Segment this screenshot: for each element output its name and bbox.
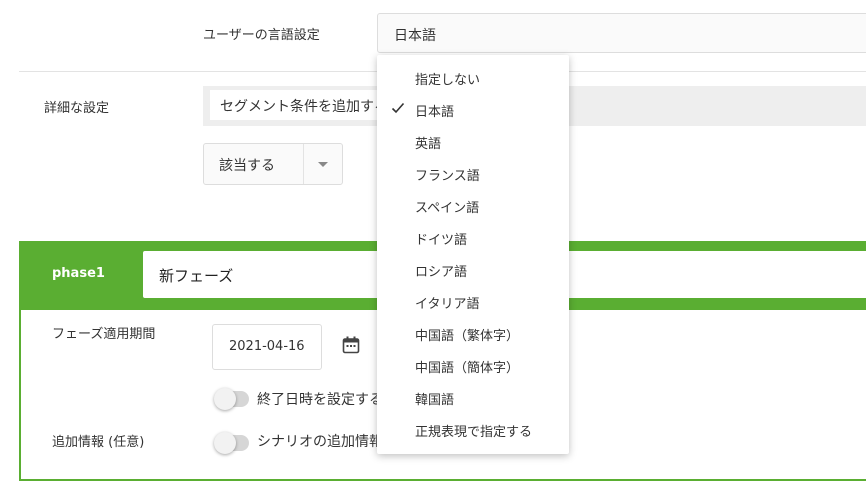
language-dropdown-menu: 指定しない 日本語 英語 フランス語 スペイン語 ドイツ語 ロシア語 イタリア語… bbox=[377, 55, 569, 454]
end-date-toggle[interactable] bbox=[214, 388, 249, 410]
start-date-value: 2021-04-16 bbox=[229, 339, 305, 354]
additional-info-toggle-label: シナリオの追加情報 bbox=[257, 434, 383, 450]
additional-info-label: 追加情報 (任意) bbox=[52, 435, 145, 450]
language-select[interactable]: 日本語 bbox=[377, 13, 866, 53]
select-divider bbox=[303, 144, 304, 184]
language-option[interactable]: 正規表現で指定する bbox=[377, 413, 569, 445]
caret-down-icon bbox=[318, 162, 328, 167]
advanced-setting-label: 詳細な設定 bbox=[44, 101, 110, 116]
language-option[interactable]: 指定しない bbox=[377, 61, 569, 93]
language-option[interactable]: フランス語 bbox=[377, 157, 569, 189]
check-icon bbox=[391, 102, 405, 114]
phase-name: phase1 bbox=[52, 266, 105, 281]
language-option[interactable]: 韓国語 bbox=[377, 381, 569, 413]
language-option[interactable]: 日本語 bbox=[377, 93, 569, 125]
match-select-value: 該当する bbox=[219, 158, 275, 174]
language-option[interactable]: ドイツ語 bbox=[377, 221, 569, 253]
end-date-toggle-label: 終了日時を設定する bbox=[257, 392, 383, 408]
language-option[interactable]: 中国語（簡体字） bbox=[377, 349, 569, 381]
add-segment-condition-button[interactable]: セグメント条件を追加する bbox=[210, 90, 380, 120]
additional-info-toggle[interactable] bbox=[214, 432, 249, 454]
add-segment-condition-label: セグメント条件を追加する bbox=[220, 99, 380, 115]
match-select[interactable]: 該当する bbox=[203, 143, 343, 185]
language-option[interactable]: イタリア語 bbox=[377, 285, 569, 317]
language-option[interactable]: ロシア語 bbox=[377, 253, 569, 285]
language-option[interactable]: スペイン語 bbox=[377, 189, 569, 221]
toggle-knob bbox=[214, 388, 236, 410]
calendar-icon[interactable] bbox=[342, 336, 360, 354]
language-setting-label: ユーザーの言語設定 bbox=[203, 28, 320, 43]
toggle-knob bbox=[214, 432, 236, 454]
language-option[interactable]: 英語 bbox=[377, 125, 569, 157]
language-select-value: 日本語 bbox=[394, 28, 436, 44]
language-option[interactable]: 中国語（繁体字） bbox=[377, 317, 569, 349]
phase-title-value: 新フェーズ bbox=[159, 267, 234, 285]
start-date-input[interactable]: 2021-04-16 bbox=[212, 324, 322, 370]
phase-period-label: フェーズ適用期間 bbox=[52, 327, 156, 342]
